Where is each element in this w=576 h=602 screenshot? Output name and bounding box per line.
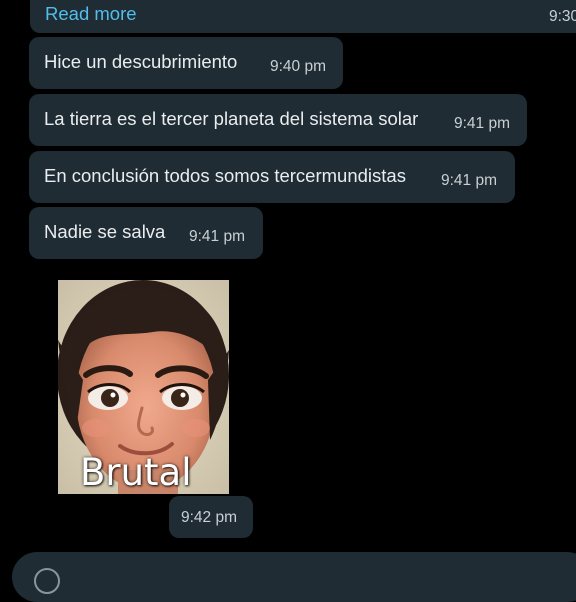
message-time: 9:41 pm	[441, 172, 498, 189]
message-bubble[interactable]: Read more 9:30	[30, 0, 576, 33]
message-time: 9:42 pm	[181, 509, 238, 526]
emoji-icon[interactable]	[34, 568, 60, 594]
message-text: En conclusión todos somos tercermundista…	[44, 165, 406, 186]
message-time: 9:40 pm	[270, 58, 327, 75]
message-bubble[interactable]: En conclusión todos somos tercermundista…	[29, 151, 515, 203]
message-bubble[interactable]: Hice un descubrimiento 9:40 pm	[29, 37, 343, 89]
message-input-bar[interactable]	[12, 552, 576, 602]
read-more-link[interactable]: Read more	[45, 3, 137, 25]
message-time: 9:30	[549, 8, 576, 25]
sticker-caption: Brutal	[80, 451, 192, 494]
message-bubble[interactable]: Nadie se salva 9:41 pm	[29, 207, 263, 259]
message-text: Nadie se salva	[44, 221, 166, 242]
message-text: Hice un descubrimiento	[44, 51, 238, 72]
chat-area: Read more 9:30 Hice un descubrimiento 9:…	[0, 0, 576, 602]
message-bubble[interactable]: La tierra es el tercer planeta del siste…	[29, 94, 527, 146]
message-text: La tierra es el tercer planeta del siste…	[44, 108, 419, 129]
message-time: 9:41 pm	[189, 228, 246, 245]
message-bubble[interactable]: 9:42 pm	[169, 496, 253, 538]
message-time: 9:41 pm	[454, 115, 511, 132]
sticker-image[interactable]: Brutal	[58, 280, 229, 494]
